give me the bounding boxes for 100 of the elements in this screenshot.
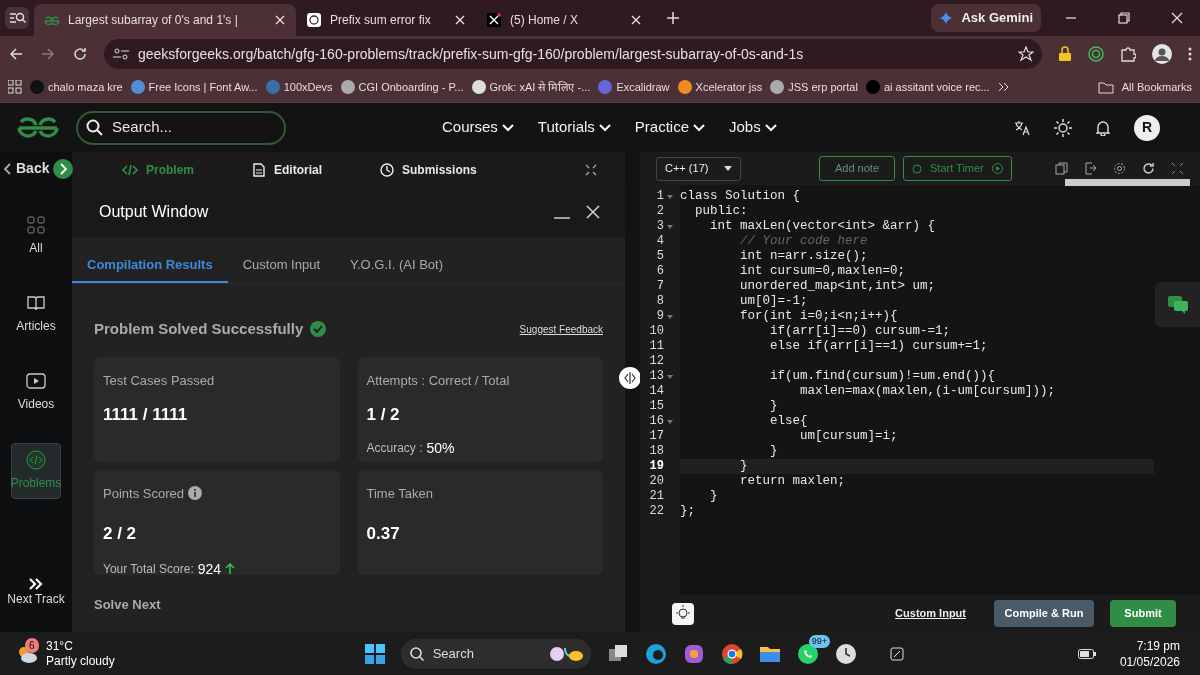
bookmark-item[interactable]: JSS erp portal: [770, 78, 858, 96]
nav-menu-item[interactable]: Courses: [442, 116, 514, 139]
bookmark-item[interactable]: Free Icons | Font Aw...: [130, 78, 258, 96]
bookmark-star-icon[interactable]: [1018, 46, 1034, 62]
fold-caret-icon[interactable]: [667, 419, 673, 424]
fold-caret-icon[interactable]: [667, 314, 673, 319]
add-note-button[interactable]: Add note: [819, 156, 895, 181]
resize-handle-icon[interactable]: [619, 367, 641, 389]
search-icon: [408, 645, 425, 662]
document-icon: [252, 162, 266, 177]
output-tab[interactable]: Compilation Results: [72, 248, 228, 283]
taskbar-search[interactable]: Search: [400, 638, 591, 669]
fold-caret-icon[interactable]: [667, 224, 673, 229]
back-icon[interactable]: [8, 46, 24, 62]
user-avatar[interactable]: R: [1134, 114, 1160, 141]
bookmark-item[interactable]: 100xDevs: [265, 78, 333, 96]
more-menu-icon[interactable]: [1188, 46, 1192, 62]
chevron-double-icon[interactable]: [997, 81, 1010, 93]
nav-menu-item[interactable]: Jobs: [729, 116, 777, 139]
search-field[interactable]: Search...: [76, 110, 286, 145]
submit-button[interactable]: Submit: [1110, 600, 1176, 627]
note-label: Accuracy :: [366, 440, 423, 457]
nav-menu-item[interactable]: Tutorials: [537, 116, 611, 139]
puzzle-icon[interactable]: [1120, 46, 1136, 62]
problem-tab[interactable]: Submissions: [380, 160, 477, 179]
code-line: if(um.find(cursum)!=um.end()){: [769, 369, 997, 384]
tab-search-icon[interactable]: [4, 6, 30, 30]
notification-bell-icon[interactable]: [1096, 119, 1110, 136]
card-value: 2 / 2: [103, 523, 138, 545]
lock-extension-icon[interactable]: [1058, 46, 1072, 62]
bookmark-item[interactable]: chalo maza kre: [30, 78, 123, 96]
problem-tab[interactable]: Problem: [122, 160, 194, 179]
bookmark-icon: [471, 80, 486, 94]
tab-title: Prefix sum error fix: [330, 12, 432, 29]
browser-tab[interactable]: (5) Home / X: [476, 4, 652, 36]
back-button[interactable]: Back: [0, 152, 72, 185]
start-menu-icon[interactable]: [364, 643, 385, 664]
all-bookmarks-button[interactable]: All Bookmarks: [1097, 78, 1192, 96]
bookmark-item[interactable]: CGI Onboarding - P...: [340, 78, 464, 96]
bookmark-item[interactable]: Grok: xAI से मिलिए -...: [471, 78, 591, 96]
fold-caret-icon[interactable]: [667, 374, 673, 379]
settings-icon[interactable]: [1113, 162, 1126, 175]
target-extension-icon[interactable]: [1088, 46, 1104, 62]
profile-avatar-icon[interactable]: [1152, 44, 1172, 64]
folder-icon: [1097, 80, 1114, 94]
browser-tab[interactable]: Prefix sum error fix: [296, 4, 476, 36]
fullscreen-icon[interactable]: [1171, 162, 1184, 175]
translate-icon[interactable]: [1014, 119, 1030, 136]
start-timer-button[interactable]: Start Timer: [903, 156, 1012, 181]
whatsapp-icon[interactable]: [796, 642, 819, 665]
custom-input-link[interactable]: Custom Input: [895, 605, 966, 622]
close-icon[interactable]: [274, 14, 286, 26]
chrome-browser-icon[interactable]: [720, 642, 743, 665]
nav-menu-item[interactable]: Practice: [634, 116, 705, 139]
bookmark-item[interactable]: Xcelerator jss: [677, 78, 763, 96]
close-icon[interactable]: [1171, 12, 1183, 24]
site-info-icon[interactable]: [112, 46, 130, 62]
bookmark-item[interactable]: ai assitant voice rec...: [865, 78, 990, 96]
ask-gemini-button[interactable]: Ask Gemini: [931, 4, 1041, 32]
snip-icon[interactable]: [889, 646, 904, 661]
refresh-icon[interactable]: [1142, 162, 1155, 175]
sidebar-item[interactable]: Problems: [11, 443, 61, 499]
brightness-icon[interactable]: [1054, 118, 1072, 137]
export-icon[interactable]: [1084, 162, 1097, 175]
close-icon[interactable]: [586, 205, 600, 219]
restore-icon[interactable]: [1118, 12, 1130, 24]
line-number: 17: [648, 429, 664, 444]
close-icon[interactable]: [630, 14, 642, 26]
line-number: 3: [655, 219, 664, 234]
code-line: maxlen=max(maxlen,(i-um[cursum]));: [799, 384, 1057, 399]
reload-icon[interactable]: [72, 46, 88, 62]
feedback-link[interactable]: Suggest Feedback: [519, 321, 603, 337]
line-number: 19: [648, 459, 664, 474]
horizontal-scrollbar[interactable]: [1065, 179, 1190, 186]
browser-tab[interactable]: Largest subarray of 0's and 1's |: [34, 4, 296, 36]
bookmark-item[interactable]: Excalidraw: [598, 78, 670, 96]
new-tab-icon[interactable]: [666, 11, 680, 25]
fullscreen-icon[interactable]: [585, 163, 597, 176]
sidebar-item[interactable]: All: [11, 209, 61, 263]
chat-button[interactable]: [1155, 282, 1200, 327]
lightbulb-hint-icon[interactable]: [672, 602, 694, 625]
next-track-button[interactable]: Next Track: [7, 578, 65, 608]
line-number: 5: [655, 249, 664, 264]
site-logo[interactable]: [16, 116, 60, 139]
output-tab[interactable]: Y.O.G.I. (AI Bot): [335, 248, 458, 283]
forward-icon[interactable]: [40, 46, 56, 62]
language-dropdown[interactable]: C++ (17): [656, 156, 741, 181]
tab-title: Largest subarray of 0's and 1's |: [68, 12, 239, 29]
timer-icon: [912, 163, 922, 174]
output-tab[interactable]: Custom Input: [227, 248, 335, 283]
close-icon[interactable]: [454, 14, 466, 26]
compile-run-button[interactable]: Compile & Run: [994, 600, 1094, 627]
copy-icon[interactable]: [1055, 162, 1068, 175]
sidebar-item[interactable]: Videos: [11, 365, 61, 419]
fold-caret-icon[interactable]: [667, 194, 673, 199]
bookmark-icon: [30, 80, 44, 94]
clock-app-icon[interactable]: [834, 642, 857, 665]
apps-grid-icon[interactable]: [8, 80, 22, 94]
sidebar-item[interactable]: Articles: [11, 287, 61, 341]
problem-tab[interactable]: Editorial: [252, 160, 323, 179]
